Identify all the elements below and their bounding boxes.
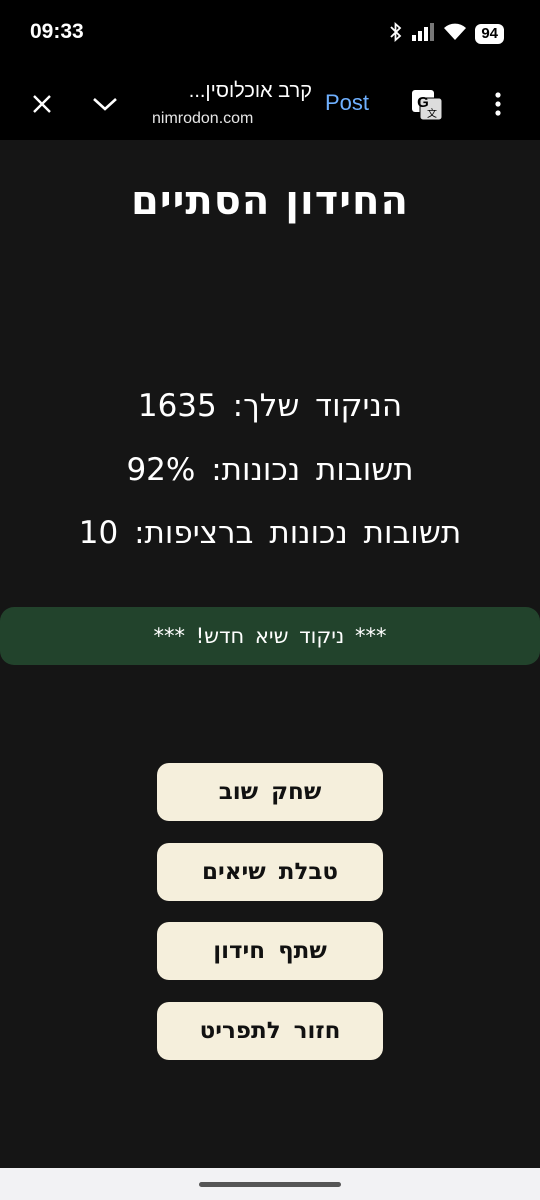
play-again-button[interactable]: שחק שוב [157, 763, 383, 821]
streak-value: 10 [78, 515, 119, 551]
battery-icon: 94 [475, 24, 504, 44]
bluetooth-icon [389, 21, 403, 46]
browser-toolbar: קרב אוכלוסין... nimrodon.com Post G 文 [0, 66, 540, 140]
correct-answers-label: תשובות נכונות: [211, 452, 414, 488]
status-icons: 94 [389, 21, 504, 46]
streak-label: תשובות נכונות ברציפות: [134, 515, 462, 551]
leaderboard-button[interactable]: טבלת שיאים [157, 843, 383, 901]
signal-icon [411, 23, 435, 45]
correct-answers-line: תשובות נכונות: 92% [0, 452, 540, 488]
wifi-icon [443, 23, 467, 45]
svg-text:文: 文 [427, 107, 437, 120]
translate-icon[interactable]: G 文 [410, 88, 444, 122]
correct-answers-value: 92% [126, 452, 196, 488]
streak-line: תשובות נכונות ברציפות: 10 [0, 515, 540, 551]
chevron-down-icon[interactable] [90, 90, 120, 118]
more-vert-icon[interactable] [488, 90, 508, 118]
score-value: 1635 [137, 388, 217, 424]
home-gesture-handle[interactable] [199, 1182, 341, 1187]
post-button[interactable]: Post [325, 90, 369, 116]
page-title-text: קרב אוכלוסין... [188, 80, 312, 102]
status-time: 09:33 [30, 20, 84, 43]
close-icon[interactable] [28, 90, 56, 118]
share-quiz-button[interactable]: שתף חידון [157, 922, 383, 980]
score-line: הניקוד שלך: 1635 [0, 388, 540, 424]
page-url: nimrodon.com [152, 110, 254, 127]
score-label: הניקוד שלך: [232, 388, 403, 424]
quiz-finished-title: החידון הסתיים [130, 178, 410, 224]
system-nav-bar [0, 1168, 540, 1200]
new-high-score-banner: *** ניקוד שיא חדש! *** [0, 607, 540, 665]
back-to-menu-button[interactable]: חזור לתפריט [157, 1002, 383, 1060]
status-bar: 09:33 94 [0, 0, 540, 66]
